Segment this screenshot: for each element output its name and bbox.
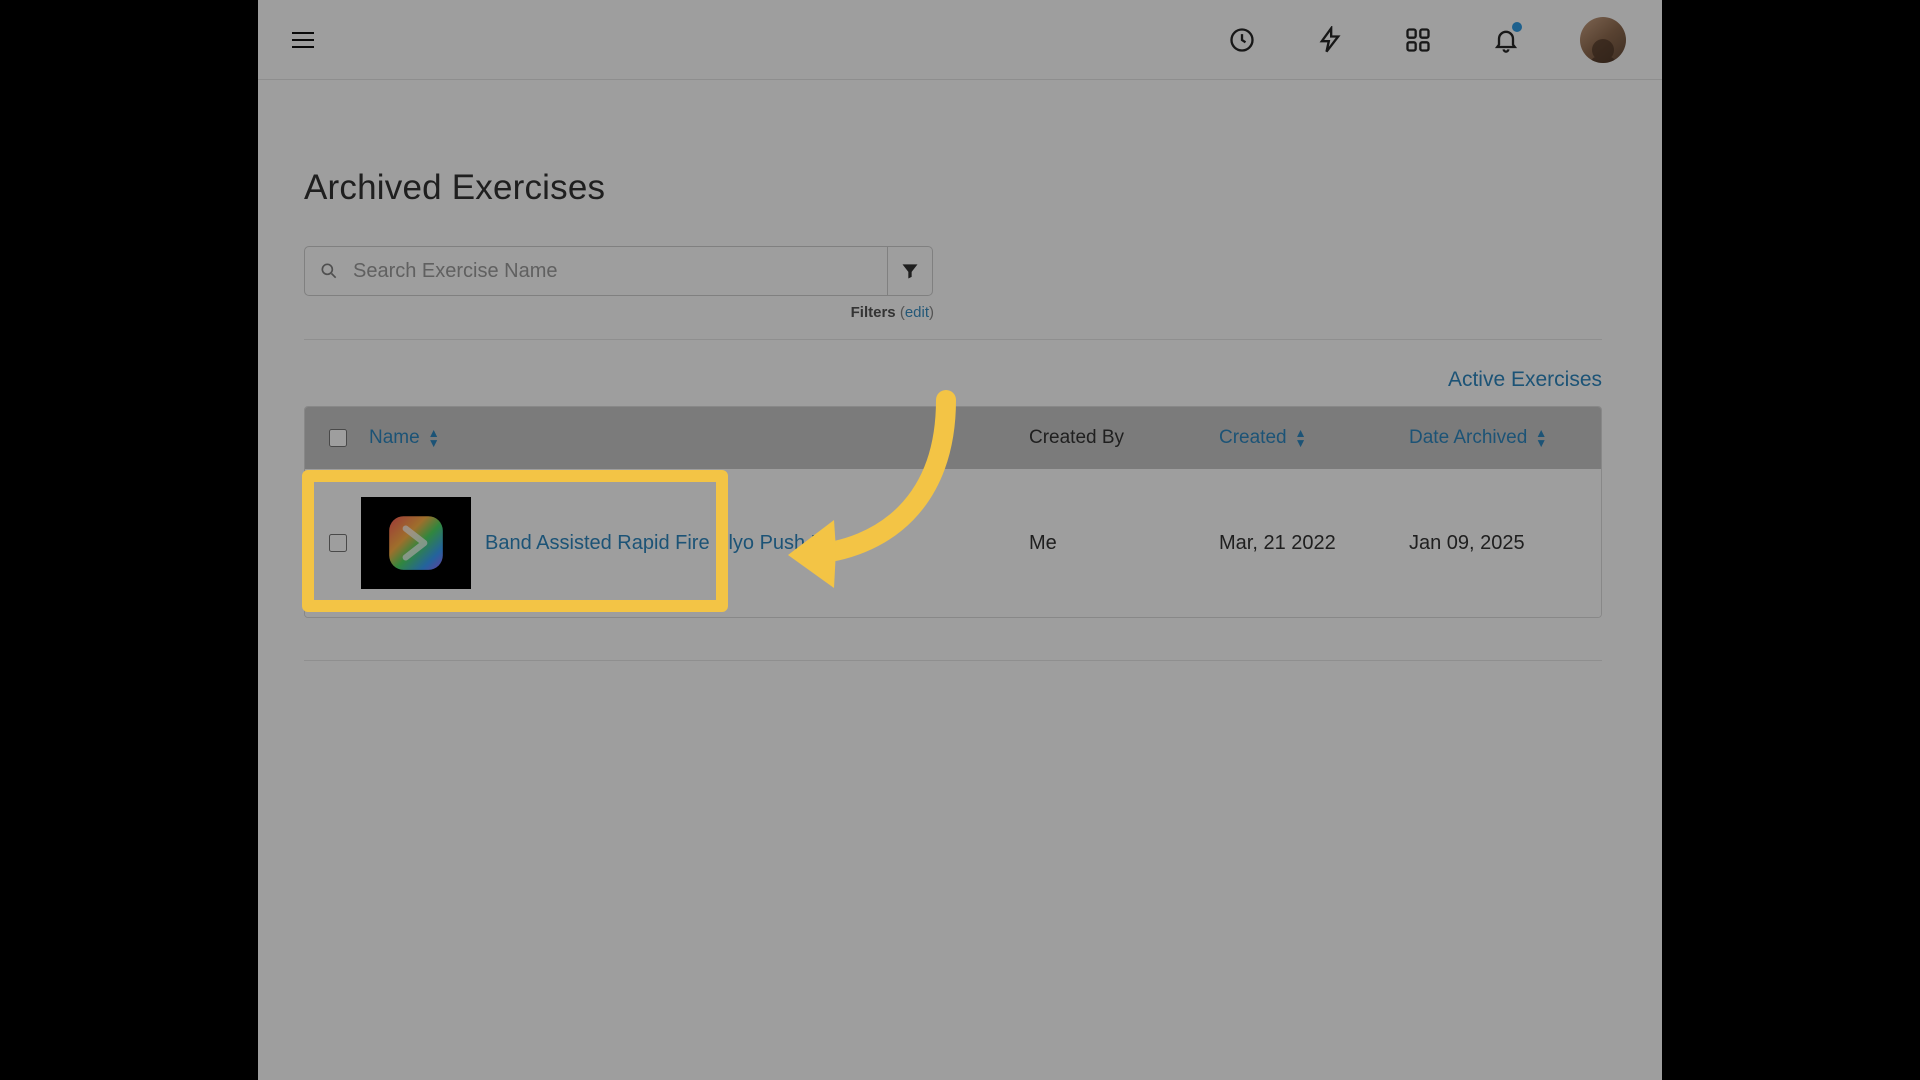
- sort-icon: ▲▼: [428, 428, 440, 448]
- divider: [304, 660, 1602, 661]
- col-name-label: Name: [369, 427, 420, 449]
- avatar[interactable]: [1580, 17, 1626, 63]
- table-body: Band Assisted Rapid Fire Plyo Push Up Me…: [305, 469, 1601, 617]
- col-created-label: Created: [1219, 427, 1287, 449]
- exercise-thumbnail[interactable]: [361, 497, 471, 589]
- col-created-by-label: Created By: [1029, 427, 1124, 449]
- app-header: [258, 0, 1662, 80]
- col-date-archived[interactable]: Date Archived ▲▼: [1409, 427, 1577, 449]
- col-created-by: Created By: [1029, 427, 1219, 449]
- search-input[interactable]: [339, 247, 887, 295]
- cell-created-by: Me: [1029, 532, 1219, 555]
- filters-label: Filters: [851, 304, 896, 321]
- page-body: Archived Exercises Filters (edit) Active: [258, 80, 1662, 661]
- bolt-icon[interactable]: [1316, 26, 1344, 54]
- header-actions: [1228, 17, 1626, 63]
- divider: [304, 339, 1602, 340]
- filters-line: Filters (edit): [304, 304, 934, 321]
- name-cell: Band Assisted Rapid Fire Plyo Push Up: [329, 497, 1029, 589]
- col-name[interactable]: Name ▲▼: [329, 427, 1029, 449]
- sort-icon: ▲▼: [1535, 428, 1547, 448]
- filter-button[interactable]: [887, 246, 933, 296]
- select-all-checkbox[interactable]: [329, 429, 347, 447]
- search-row: [304, 246, 1602, 296]
- clock-icon[interactable]: [1228, 26, 1256, 54]
- app-logo-icon: [383, 510, 449, 576]
- search-icon: [319, 261, 339, 281]
- cell-created: Mar, 21 2022: [1219, 532, 1409, 555]
- bell-icon[interactable]: [1492, 26, 1520, 54]
- notification-dot: [1512, 22, 1522, 32]
- app-stage: Archived Exercises Filters (edit) Active: [258, 0, 1662, 1080]
- cell-date-archived: Jan 09, 2025: [1409, 532, 1577, 555]
- filters-edit-link[interactable]: edit: [905, 304, 929, 321]
- page-title: Archived Exercises: [304, 168, 1602, 208]
- col-date-archived-label: Date Archived: [1409, 427, 1527, 449]
- row-checkbox[interactable]: [329, 534, 347, 552]
- active-link-row: Active Exercises: [304, 368, 1602, 392]
- col-created[interactable]: Created ▲▼: [1219, 427, 1409, 449]
- apps-icon[interactable]: [1404, 26, 1432, 54]
- search-wrap: [304, 246, 933, 296]
- table-row: Band Assisted Rapid Fire Plyo Push Up Me…: [305, 469, 1601, 617]
- active-exercises-link[interactable]: Active Exercises: [1448, 368, 1602, 392]
- table-header: Name ▲▼ Created By Created ▲▼ Date Archi…: [305, 407, 1601, 469]
- funnel-icon: [900, 261, 920, 281]
- sort-icon: ▲▼: [1295, 428, 1307, 448]
- search-box: [304, 246, 888, 296]
- exercise-name-link[interactable]: Band Assisted Rapid Fire Plyo Push Up: [485, 532, 836, 555]
- exercises-table: Name ▲▼ Created By Created ▲▼ Date Archi…: [304, 406, 1602, 618]
- menu-icon[interactable]: [292, 29, 314, 51]
